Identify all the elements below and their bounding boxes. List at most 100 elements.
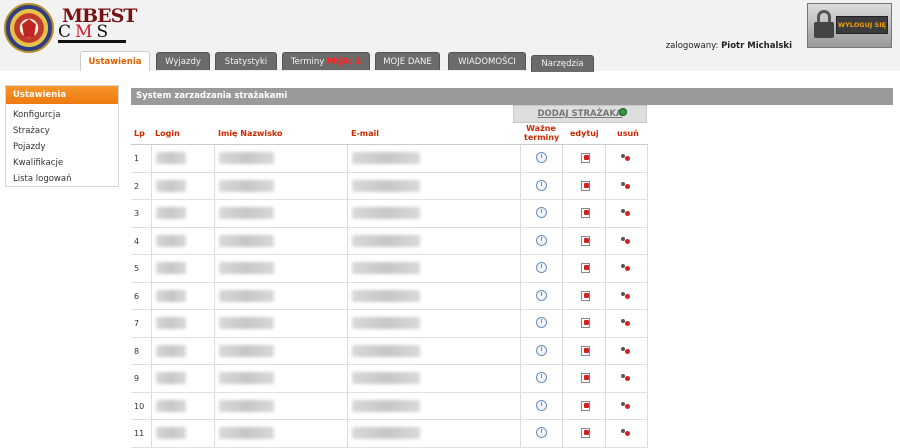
tab-alert: MIJA: 1 bbox=[327, 56, 362, 67]
firefighters-table: Lp Login Imię Nazwisko E-mail Ważne termi… bbox=[131, 123, 648, 448]
login-value bbox=[156, 399, 186, 412]
row-number: 2 bbox=[134, 181, 140, 191]
login-value bbox=[156, 344, 186, 357]
name-value bbox=[219, 234, 274, 247]
edit-icon[interactable] bbox=[581, 153, 590, 163]
col-valid-line1: Ważne bbox=[526, 124, 556, 133]
edit-icon[interactable] bbox=[581, 208, 590, 218]
name-value bbox=[219, 179, 274, 192]
table-row: 5 bbox=[131, 255, 648, 283]
edit-icon[interactable] bbox=[581, 263, 590, 273]
tab-terminy[interactable]: Terminy MIJA: 1 bbox=[282, 52, 370, 70]
email-value bbox=[352, 317, 420, 329]
clock-icon[interactable] bbox=[536, 317, 547, 328]
delete-icon[interactable] bbox=[621, 181, 631, 190]
login-value bbox=[156, 152, 186, 164]
tab-ustawienia[interactable]: Ustawienia bbox=[80, 51, 150, 71]
edit-icon[interactable] bbox=[581, 180, 590, 191]
login-value bbox=[156, 179, 186, 192]
login-value bbox=[156, 289, 186, 302]
delete-icon[interactable] bbox=[621, 209, 631, 217]
email-value bbox=[352, 234, 420, 247]
tab-label: Terminy bbox=[290, 56, 325, 67]
delete-icon[interactable] bbox=[621, 291, 631, 300]
tab-label: Ustawienia bbox=[88, 56, 142, 67]
clock-icon[interactable] bbox=[536, 207, 547, 218]
table-body: 1 2 3 4 5 6 7 8 9 10 11 bbox=[131, 145, 648, 448]
delete-icon[interactable] bbox=[621, 346, 631, 355]
table-row: 1 bbox=[131, 145, 648, 173]
table-row: 7 bbox=[131, 310, 648, 338]
login-value bbox=[156, 372, 186, 384]
row-number: 6 bbox=[134, 291, 140, 301]
tab-moje-dane[interactable]: MOJE DANE bbox=[375, 52, 440, 70]
edit-icon[interactable] bbox=[581, 290, 590, 301]
table-header: Lp Login Imię Nazwisko E-mail Ważne termi… bbox=[131, 123, 648, 145]
logo-cms: CMS bbox=[58, 22, 112, 42]
clock-icon[interactable] bbox=[536, 152, 547, 163]
clock-icon[interactable] bbox=[536, 427, 547, 438]
add-firefighter-label: DODAJ STRAŻAKA bbox=[537, 109, 623, 119]
email-value bbox=[352, 152, 420, 164]
clock-icon[interactable] bbox=[536, 179, 547, 191]
logged-in-user: Piotr Michalski bbox=[721, 41, 792, 51]
sidebar-title: Ustawienia bbox=[6, 86, 118, 104]
delete-icon[interactable] bbox=[621, 154, 631, 162]
tab-label: Statystyki bbox=[224, 56, 268, 67]
email-value bbox=[352, 344, 420, 357]
tab-wiadomosci[interactable]: WIADOMOŚCI bbox=[448, 52, 526, 70]
logout-button[interactable]: WYLOGUJ SIĘ bbox=[807, 3, 892, 48]
tab-label: Narzędzia bbox=[541, 59, 584, 69]
edit-icon[interactable] bbox=[581, 428, 590, 438]
clock-icon[interactable] bbox=[536, 399, 547, 411]
delete-icon[interactable] bbox=[621, 264, 631, 272]
edit-icon[interactable] bbox=[581, 345, 590, 356]
tab-statystyki[interactable]: Statystyki bbox=[215, 52, 277, 70]
delete-icon[interactable] bbox=[621, 374, 631, 382]
col-email: E-mail bbox=[351, 129, 380, 138]
sidebar-item-lista-logowan[interactable]: Lista logowań bbox=[6, 171, 118, 187]
email-value bbox=[352, 262, 420, 274]
clock-icon[interactable] bbox=[536, 344, 547, 356]
edit-icon[interactable] bbox=[581, 235, 590, 246]
logo-underline bbox=[58, 40, 126, 43]
tab-label: Wyjazdy bbox=[165, 56, 201, 67]
sidebar-item-pojazdy[interactable]: Pojazdy bbox=[6, 139, 118, 155]
row-number: 11 bbox=[134, 429, 145, 438]
logo-letter-m: M bbox=[75, 22, 97, 42]
logo-letter-c: C bbox=[58, 22, 76, 42]
table-row: 9 bbox=[131, 365, 648, 393]
clock-icon[interactable] bbox=[536, 372, 547, 383]
table-row: 10 bbox=[131, 392, 648, 420]
delete-icon[interactable] bbox=[621, 401, 631, 410]
col-delete: usuń bbox=[617, 129, 639, 138]
login-value bbox=[156, 317, 186, 329]
row-number: 7 bbox=[134, 319, 140, 328]
table-row: 4 bbox=[131, 227, 648, 255]
row-number: 3 bbox=[134, 209, 140, 218]
sidebar-item-kwalifikacje[interactable]: Kwalifikacje bbox=[6, 155, 118, 171]
edit-icon[interactable] bbox=[581, 373, 590, 383]
fire-brigade-emblem-icon bbox=[4, 3, 54, 53]
col-lp: Lp bbox=[134, 129, 145, 138]
row-number: 5 bbox=[134, 264, 140, 273]
add-firefighter-button[interactable]: DODAJ STRAŻAKA bbox=[513, 105, 647, 123]
clock-icon[interactable] bbox=[536, 262, 547, 273]
delete-icon[interactable] bbox=[621, 236, 631, 245]
clock-icon[interactable] bbox=[536, 234, 547, 246]
delete-icon[interactable] bbox=[621, 319, 631, 327]
row-number: 10 bbox=[134, 401, 145, 411]
sidebar-item-strazacy[interactable]: Strażacy bbox=[6, 123, 118, 139]
logged-in-label: zalogowany: bbox=[665, 41, 719, 51]
tab-narzedzia[interactable]: Narzędzia bbox=[531, 55, 594, 72]
edit-icon[interactable] bbox=[581, 318, 590, 328]
tab-wyjazdy[interactable]: Wyjazdy bbox=[156, 52, 210, 70]
sidebar-item-konfiguracja[interactable]: Konfigurcja bbox=[6, 107, 118, 123]
edit-icon[interactable] bbox=[581, 400, 590, 411]
row-number: 4 bbox=[134, 236, 140, 246]
tab-label: MOJE DANE bbox=[383, 56, 432, 67]
row-number: 1 bbox=[134, 154, 140, 163]
clock-icon[interactable] bbox=[536, 289, 547, 301]
col-valid-line2: terminy bbox=[524, 133, 560, 142]
row-number: 8 bbox=[134, 346, 140, 356]
